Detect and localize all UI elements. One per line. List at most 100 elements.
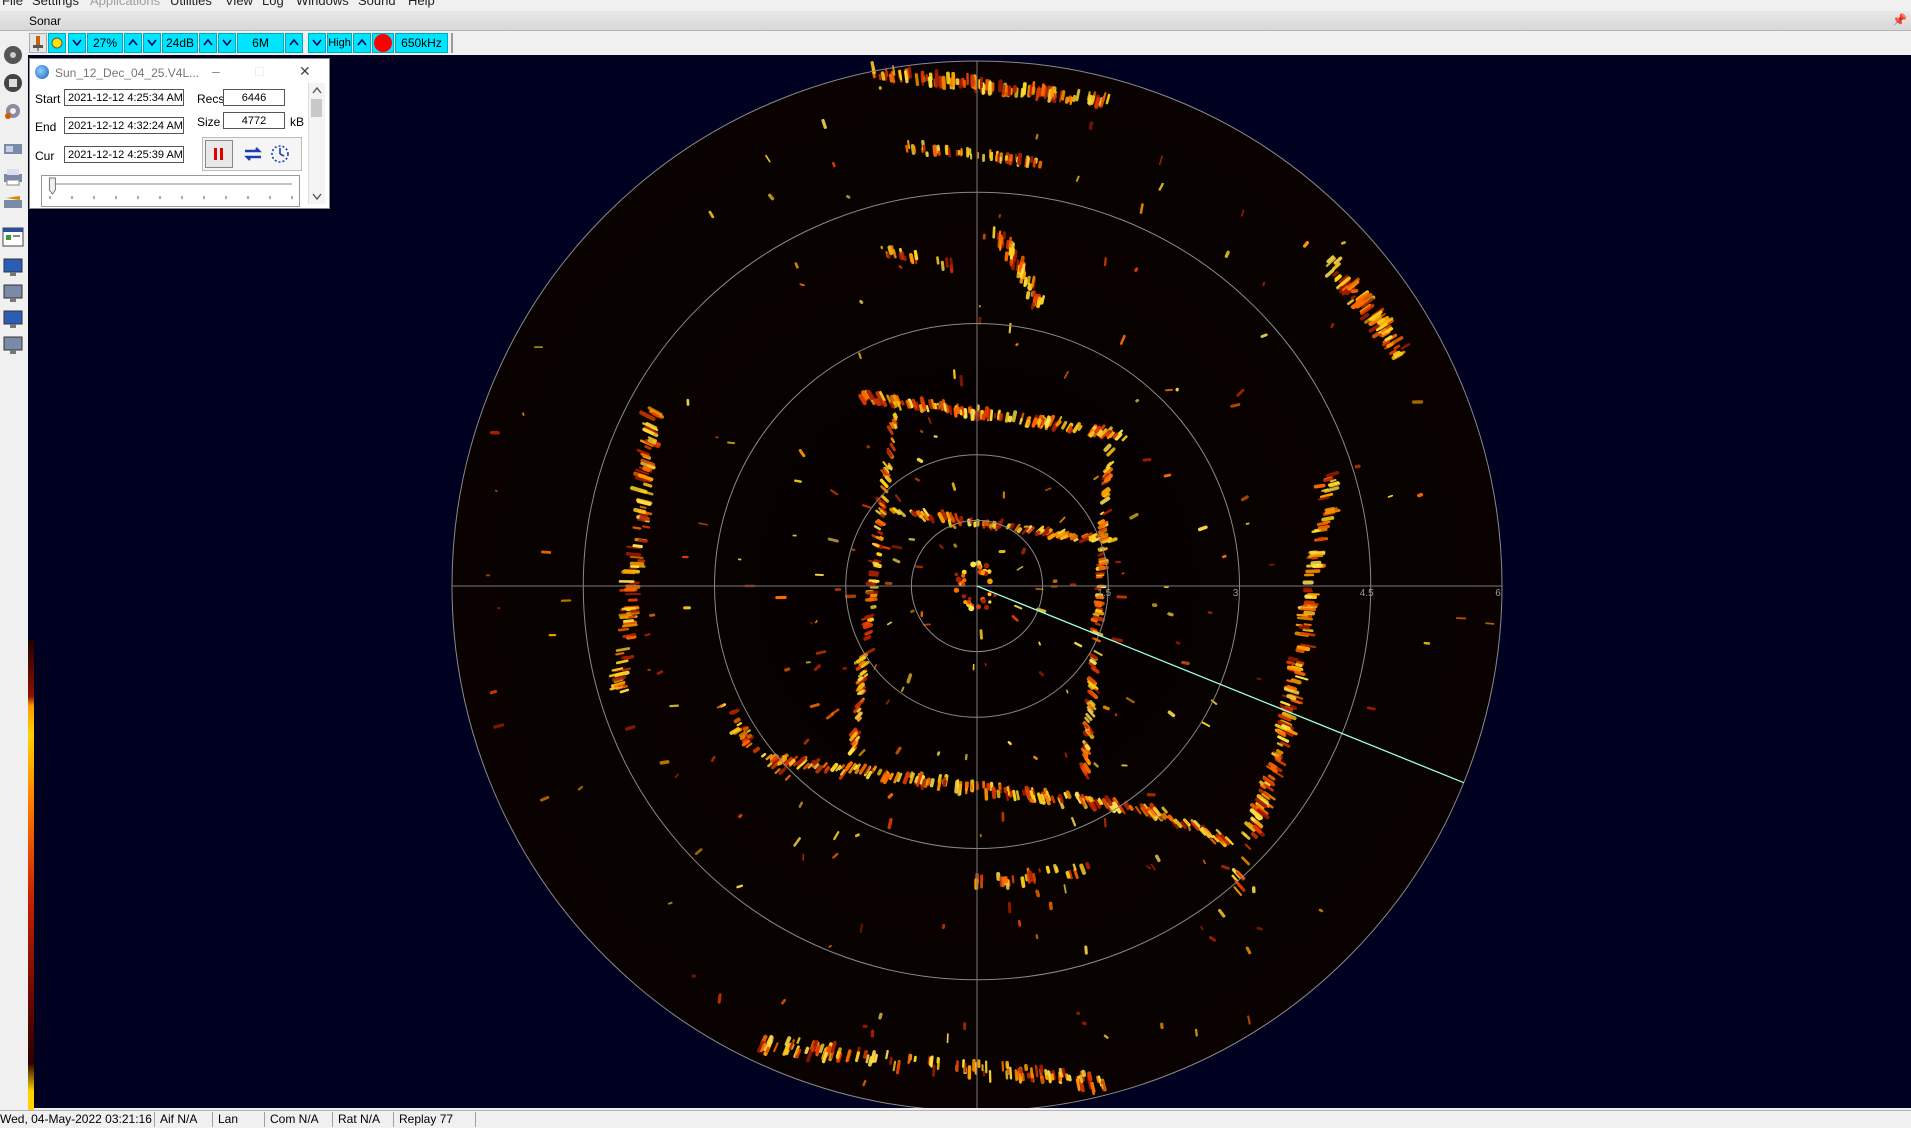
sonar-return <box>891 423 893 427</box>
sonar-return <box>1189 827 1190 830</box>
sonar-return <box>838 1049 841 1058</box>
sonar-scan-image[interactable]: 1.534.56 <box>28 55 1911 1108</box>
menu-settings[interactable]: Settings <box>32 0 79 8</box>
menu-windows[interactable]: Windows <box>296 0 349 8</box>
sonar-return <box>748 736 750 737</box>
sonar-return <box>1320 910 1322 911</box>
replay-position-slider[interactable] <box>41 175 300 207</box>
menu-file[interactable]: File <box>2 0 23 8</box>
sonar-return <box>870 572 877 573</box>
monitor-icon[interactable] <box>2 282 24 304</box>
slider-thumb[interactable] <box>49 178 55 194</box>
sonar-return <box>1258 928 1261 929</box>
loop-button[interactable] <box>242 143 264 165</box>
settings-gear-icon[interactable] <box>2 100 24 122</box>
disc-icon[interactable] <box>2 44 24 66</box>
replay-title-bar[interactable]: Sun_12_Dec_04_25.V4L... – □ ✕ <box>30 59 329 83</box>
start-time-field[interactable]: 2021-12-12 4:25:34 AM <box>64 89 184 106</box>
menu-utilities[interactable]: Utilities <box>170 0 212 8</box>
export-icon[interactable] <box>2 192 24 214</box>
frequency-value[interactable]: 650kHz <box>395 33 448 53</box>
sonar-return <box>1013 412 1015 420</box>
menu-help[interactable]: Help <box>408 0 435 8</box>
range-up-button[interactable] <box>285 33 303 53</box>
speed-button[interactable] <box>269 143 291 165</box>
gain-db[interactable]: 24dB <box>162 33 198 53</box>
sonar-return <box>1030 285 1031 289</box>
sonar-return <box>984 605 989 610</box>
db-down-button[interactable] <box>143 33 161 53</box>
sonar-return <box>620 614 629 615</box>
range-label: 1.5 <box>1097 588 1111 599</box>
monitor-icon[interactable] <box>2 308 24 330</box>
transducer-icon[interactable] <box>2 138 24 160</box>
sonar-return <box>1098 431 1100 434</box>
sonar-return <box>1091 433 1093 435</box>
size-field[interactable]: 4772 <box>223 112 285 129</box>
resolution-value[interactable]: High <box>327 33 352 53</box>
sonar-return <box>1297 665 1301 666</box>
sonar-return <box>889 255 890 257</box>
sonar-return <box>645 634 649 635</box>
menu-sound[interactable]: Sound <box>358 0 396 8</box>
sonar-return <box>1099 521 1103 523</box>
sonar-return <box>1028 874 1029 882</box>
monitor-icon[interactable] <box>2 256 24 278</box>
sonar-return <box>1125 804 1127 807</box>
pause-button[interactable] <box>205 140 233 168</box>
resolution-up-button[interactable] <box>353 33 371 53</box>
sun-icon[interactable] <box>48 33 66 53</box>
gain-down-button[interactable] <box>68 33 86 53</box>
sonar-return <box>631 634 635 635</box>
sonar-return <box>728 443 734 444</box>
sonar-return <box>860 691 862 693</box>
sonar-return <box>1067 690 1068 692</box>
end-time-field[interactable]: 2021-12-12 4:32:24 AM <box>64 117 184 134</box>
stop-icon[interactable] <box>2 72 24 94</box>
sonar-return <box>906 72 907 82</box>
records-field[interactable]: 6446 <box>223 89 285 106</box>
minimize-icon[interactable]: – <box>212 63 220 79</box>
menu-applications[interactable]: Applications <box>90 0 160 8</box>
db-up-button[interactable] <box>199 33 217 53</box>
sonar-return <box>1077 90 1079 100</box>
sonar-return <box>916 479 919 481</box>
sonar-return <box>906 773 908 777</box>
replay-window[interactable]: Sun_12_Dec_04_25.V4L... – □ ✕ Start 2021… <box>29 58 330 209</box>
sonar-return <box>740 816 741 817</box>
close-icon[interactable]: ✕ <box>299 63 311 80</box>
sonar-return <box>1305 243 1308 246</box>
current-time-field[interactable]: 2021-12-12 4:25:39 AM <box>64 146 184 163</box>
sonar-display[interactable]: 1.534.56 <box>28 55 1911 1108</box>
sonar-return <box>1374 334 1378 336</box>
sonar-return <box>1100 567 1107 568</box>
menu-view[interactable]: View <box>225 0 253 8</box>
resolution-down-button[interactable] <box>308 33 326 53</box>
replay-scrollbar[interactable] <box>308 83 325 204</box>
chevron-up-icon <box>289 38 299 48</box>
sonar-return <box>1076 795 1078 798</box>
sonar-return <box>910 67 911 77</box>
sonar-return <box>1032 277 1034 286</box>
menu-log[interactable]: Log <box>262 0 284 8</box>
printer-icon[interactable] <box>2 166 24 188</box>
range-value[interactable]: 6M <box>237 33 284 53</box>
display-window-icon[interactable] <box>2 226 24 248</box>
sonar-return <box>768 1037 771 1043</box>
gain-percent[interactable]: 27% <box>87 33 123 53</box>
sonar-return <box>1097 802 1099 805</box>
left-toolbar <box>0 42 26 1107</box>
sonar-return <box>900 266 902 267</box>
sonar-return <box>1096 624 1099 625</box>
sonar-return <box>908 675 910 682</box>
sonar-return <box>1136 269 1137 271</box>
range-down-button[interactable] <box>218 33 236 53</box>
sonar-return <box>1090 686 1093 688</box>
pin-icon[interactable]: 📌 <box>1892 13 1907 27</box>
gain-up-button[interactable] <box>124 33 142 53</box>
maximize-icon[interactable]: □ <box>255 63 263 79</box>
sonar-head-icon[interactable] <box>29 33 47 53</box>
record-button[interactable] <box>372 33 394 53</box>
sonar-return <box>1080 1076 1081 1082</box>
monitor-icon[interactable] <box>2 334 24 356</box>
